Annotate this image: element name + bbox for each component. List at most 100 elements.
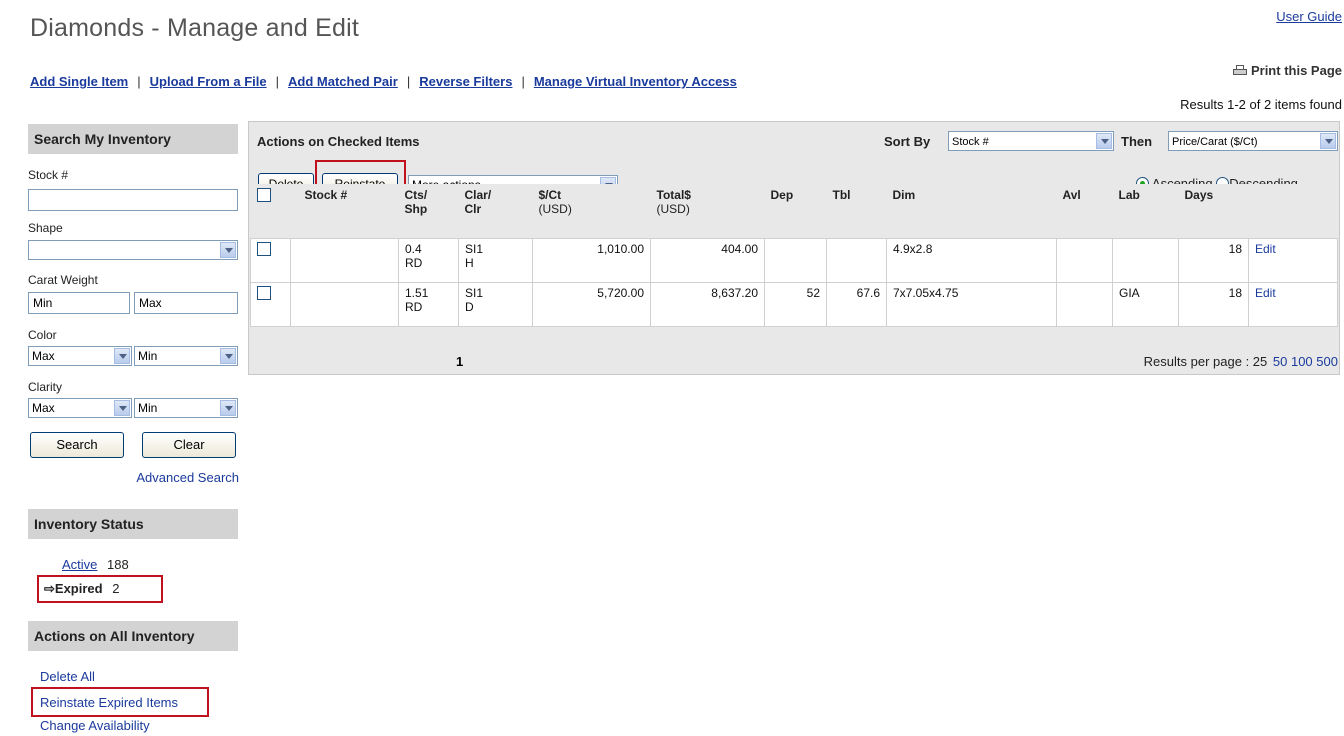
cell-lab <box>1112 237 1179 283</box>
nav-separator: | <box>406 74 411 89</box>
clarity-to-select[interactable]: Min <box>134 398 238 418</box>
row-checkbox[interactable] <box>257 285 271 300</box>
cell-cts: 0.4 <box>405 241 422 256</box>
nav-separator: | <box>275 74 280 89</box>
sort-by-select[interactable]: Stock # <box>948 131 1114 151</box>
select-all-checkbox[interactable] <box>256 188 271 202</box>
then-select[interactable]: Price/Carat ($/Ct) <box>1168 131 1338 151</box>
results-found: Results 1-2 of 2 items found <box>1180 97 1342 112</box>
header-cts-shp[interactable]: Cts/Shp <box>398 184 459 238</box>
table-row: 0.4 RD SI1 H 1,010.00 404.00 4.9x2.8 18 Ed… <box>250 237 1338 283</box>
per-page-500[interactable]: 500 <box>1316 354 1338 369</box>
nav-add-single-item[interactable]: Add Single Item <box>30 74 128 89</box>
header-cts: Cts/ <box>404 188 428 202</box>
results-per-page: Results per page : 25 50 100 500 <box>1144 354 1338 369</box>
chevron-down-icon <box>1320 133 1336 149</box>
user-guide-link[interactable]: User Guide <box>1276 9 1342 24</box>
row-select-cell <box>250 281 291 327</box>
per-page-label: Results per page : 25 <box>1143 354 1268 369</box>
stock-label: Stock # <box>28 168 69 182</box>
table-header-row: Stock # Cts/Shp Clar/Clr $/Ct (USD) Total… <box>250 184 1338 238</box>
reinstate-expired-link[interactable]: Reinstate Expired Items <box>40 695 178 710</box>
header-dep[interactable]: Dep <box>764 184 827 238</box>
printer-icon <box>1232 64 1247 77</box>
clarity-from-select[interactable]: Max <box>28 398 132 418</box>
row-select-cell <box>250 237 291 283</box>
header-dim[interactable]: Dim <box>886 184 1057 238</box>
color-from-select[interactable]: Max <box>28 346 132 366</box>
carat-min-input[interactable] <box>28 292 130 314</box>
cell-avl <box>1056 237 1113 283</box>
cell-clar: SI1 <box>465 241 484 256</box>
search-button[interactable]: Search <box>30 432 124 458</box>
header-edit <box>1248 184 1338 238</box>
change-availability-link[interactable]: Change Availability <box>40 718 150 733</box>
carat-max-input[interactable] <box>134 292 238 314</box>
nav-upload-from-file[interactable]: Upload From a File <box>150 74 267 89</box>
status-active-link[interactable]: Active <box>62 557 97 572</box>
cell-stock <box>290 237 399 283</box>
header-clar: Clar/ <box>464 188 492 202</box>
cell-clr: H <box>465 255 474 270</box>
edit-link[interactable]: Edit <box>1255 242 1276 256</box>
status-expired-row[interactable]: ⇨Expired 2 <box>44 581 119 597</box>
cell-clar: SI1 <box>465 285 484 300</box>
shape-select[interactable] <box>28 240 238 260</box>
page-number[interactable]: 1 <box>456 354 463 369</box>
print-label: Print this Page <box>1250 63 1342 78</box>
checked-actions-heading: Actions on Checked Items <box>257 134 420 149</box>
color-to-select[interactable]: Min <box>134 346 238 366</box>
print-page-button[interactable]: Print this Page <box>1232 63 1342 78</box>
edit-link[interactable]: Edit <box>1255 286 1276 300</box>
clear-button[interactable]: Clear <box>142 432 236 458</box>
top-nav: Add Single Item | Upload From a File | Add M… <box>30 74 737 89</box>
chevron-down-icon <box>1096 133 1112 149</box>
cell-dim: 7x7.05x4.75 <box>886 281 1057 327</box>
per-page-100[interactable]: 100 <box>1291 354 1313 369</box>
cell-dep: 52 <box>764 281 827 327</box>
header-total[interactable]: Total$ (USD) <box>650 184 765 238</box>
header-price-per-carat[interactable]: $/Ct (USD) <box>532 184 651 238</box>
nav-separator: | <box>137 74 141 89</box>
chevron-down-icon <box>220 400 236 416</box>
page-title: Diamonds - Manage and Edit <box>30 14 359 42</box>
nav-separator: | <box>521 74 525 89</box>
table-row: 1.51 RD SI1 D 5,720.00 8,637.20 52 67.6 7x… <box>250 281 1338 327</box>
inventory-status-heading: Inventory Status <box>28 509 238 539</box>
clarity-from-value: Max <box>32 401 55 415</box>
cell-days: 18 <box>1178 281 1249 327</box>
cell-price-per-carat: 5,720.00 <box>532 281 651 327</box>
header-pct: $/Ct <box>538 188 562 202</box>
header-clr: Clr <box>464 202 482 216</box>
header-days[interactable]: Days <box>1178 184 1249 238</box>
advanced-search-link[interactable]: Advanced Search <box>136 470 239 485</box>
stock-input[interactable] <box>28 189 238 211</box>
cell-avl <box>1056 281 1113 327</box>
chevron-down-icon <box>114 400 130 416</box>
cell-tbl: 67.6 <box>826 281 887 327</box>
per-page-50[interactable]: 50 <box>1273 354 1287 369</box>
header-stock[interactable]: Stock # <box>290 184 399 238</box>
nav-manage-virtual-inventory[interactable]: Manage Virtual Inventory Access <box>534 74 737 89</box>
header-clar-clr[interactable]: Clar/Clr <box>458 184 533 238</box>
header-avl[interactable]: Avl <box>1056 184 1113 238</box>
cell-tbl <box>826 237 887 283</box>
header-total-label: Total$ <box>656 188 691 202</box>
clarity-to-value: Min <box>138 401 158 415</box>
cell-edit: Edit <box>1248 237 1338 283</box>
cell-clar-clr: SI1 D <box>458 281 533 327</box>
header-tbl[interactable]: Tbl <box>826 184 887 238</box>
nav-add-matched-pair[interactable]: Add Matched Pair <box>288 74 398 89</box>
then-label: Then <box>1121 134 1153 149</box>
header-lab[interactable]: Lab <box>1112 184 1179 238</box>
delete-all-link[interactable]: Delete All <box>40 669 95 684</box>
cell-shp: RD <box>405 299 423 314</box>
chevron-down-icon <box>220 348 236 364</box>
row-checkbox[interactable] <box>257 241 271 256</box>
nav-reverse-filters[interactable]: Reverse Filters <box>419 74 512 89</box>
header-shp: Shp <box>404 202 428 216</box>
search-inventory-heading: Search My Inventory <box>28 124 238 154</box>
header-pct-unit: (USD) <box>538 202 572 216</box>
color-to-value: Min <box>138 349 158 363</box>
status-active-row: Active 188 <box>62 557 129 572</box>
